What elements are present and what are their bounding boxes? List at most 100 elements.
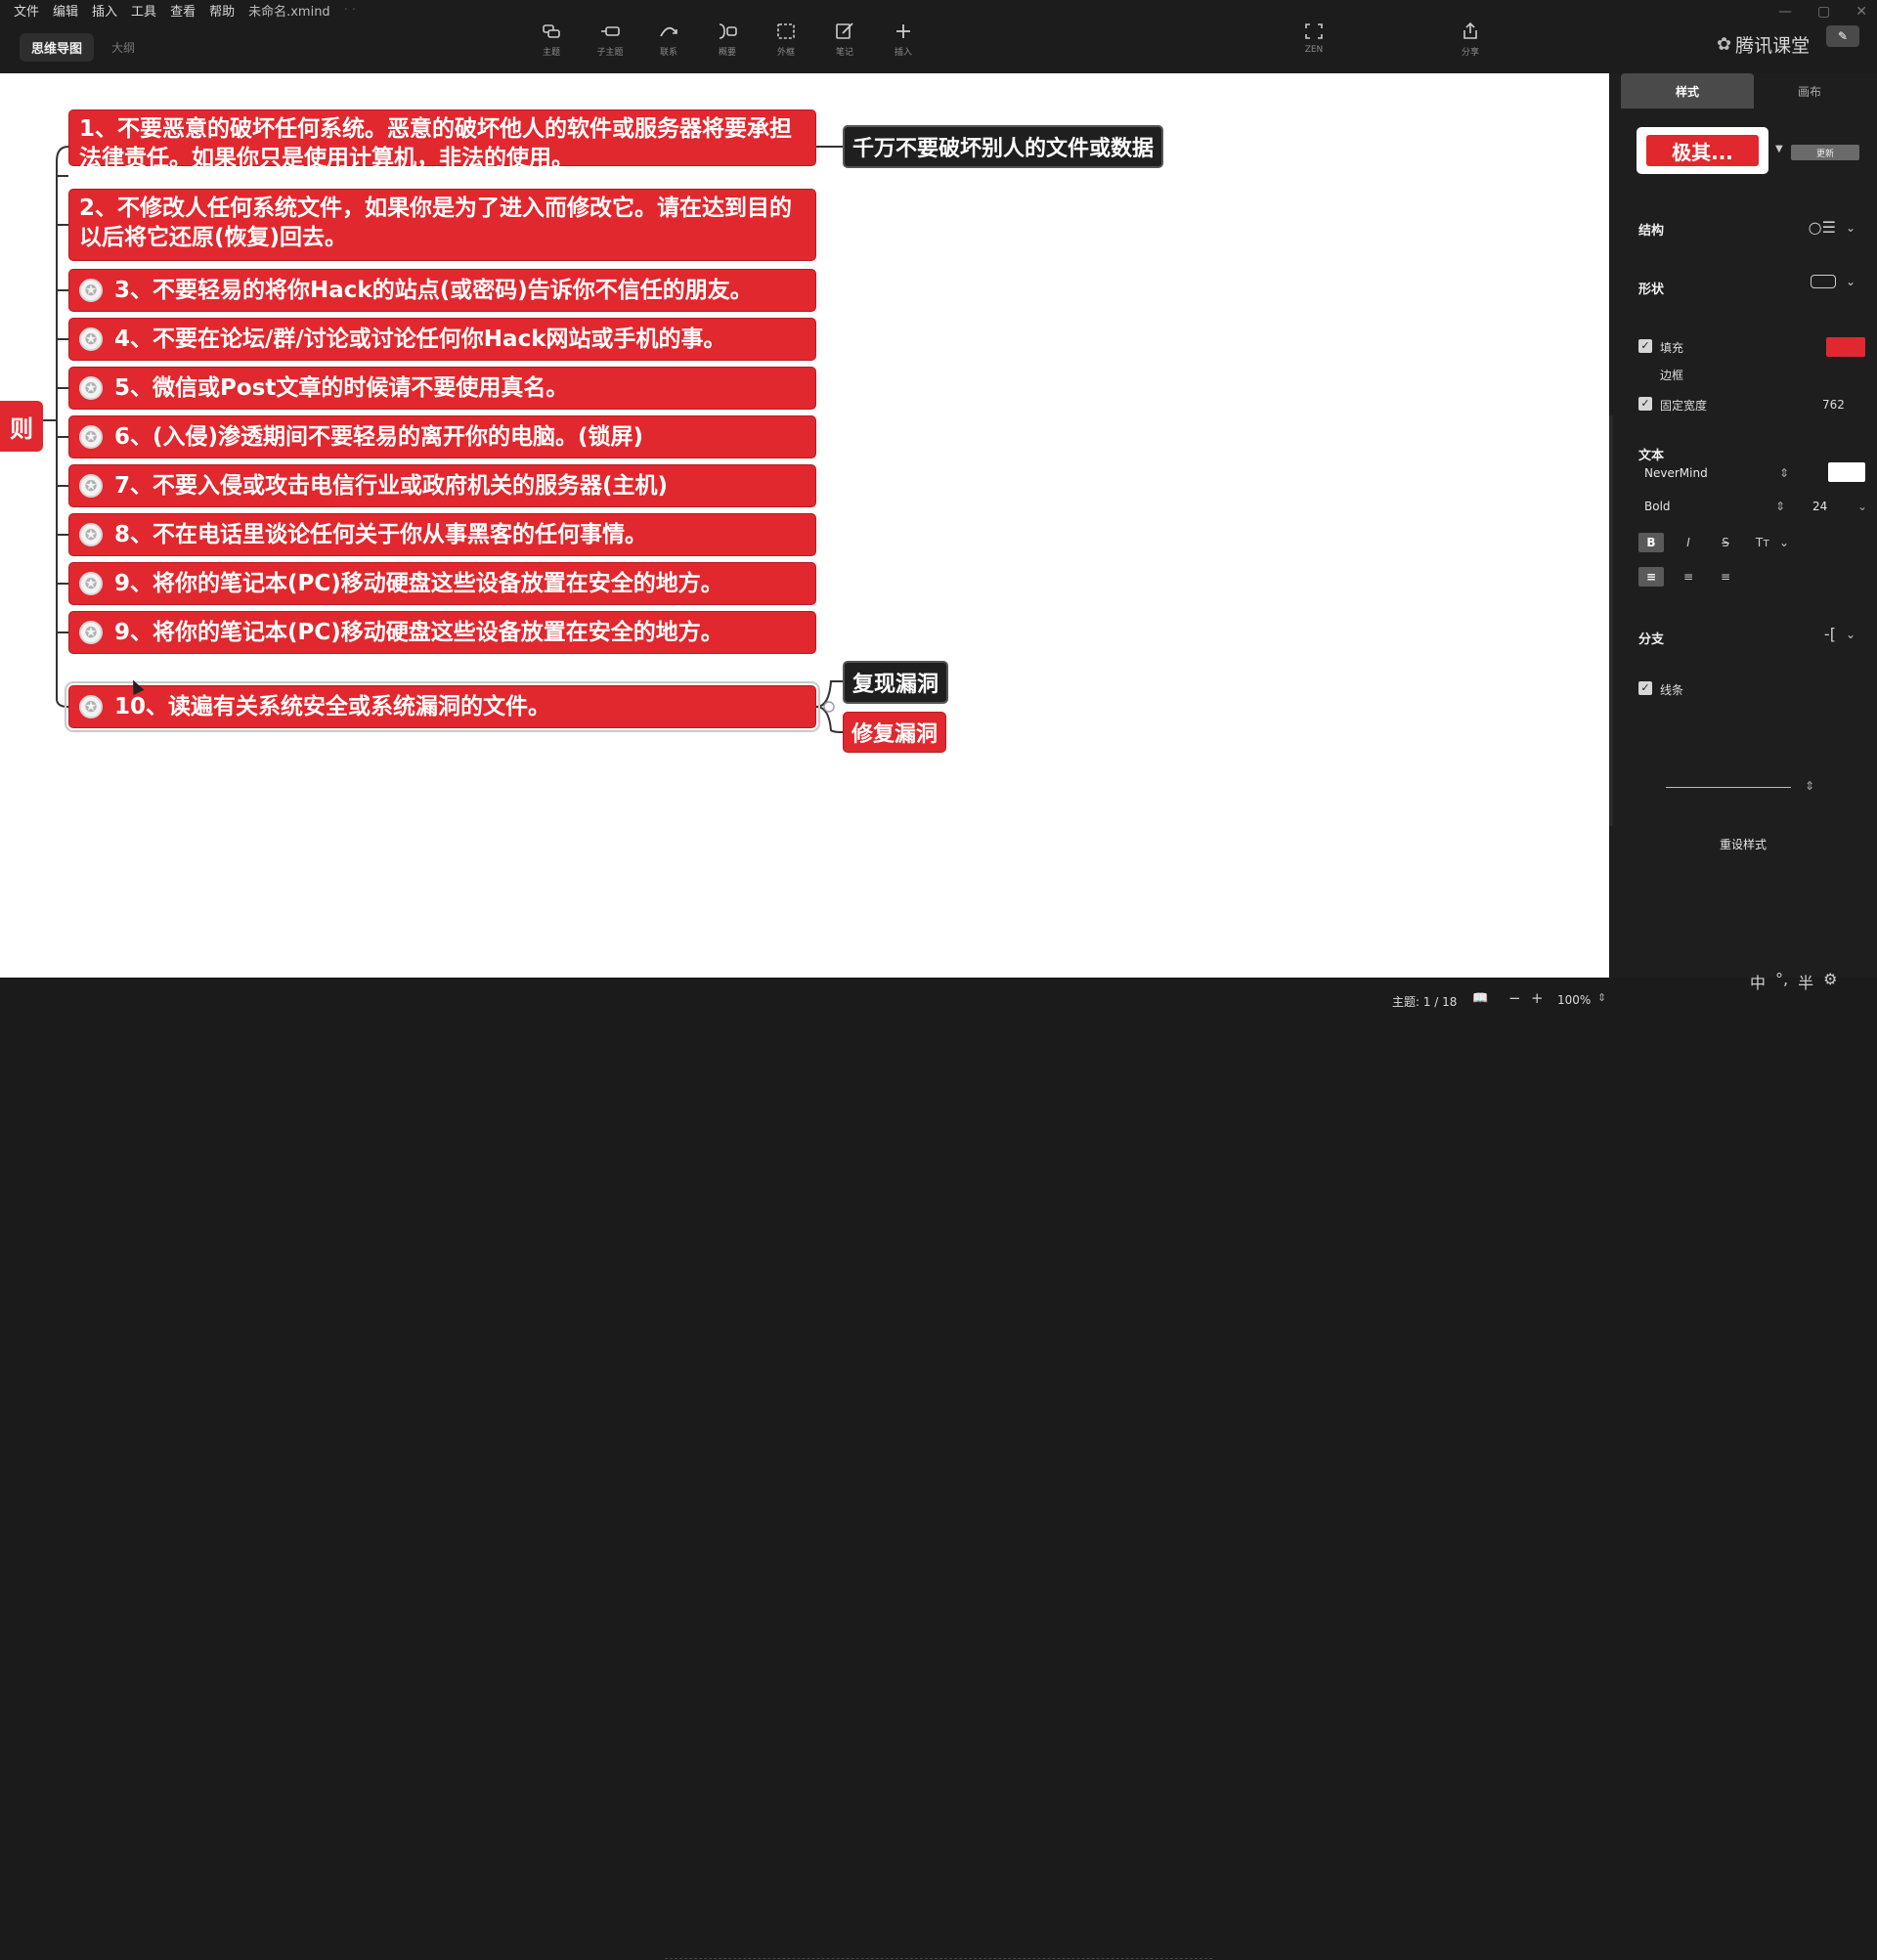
menu-insert[interactable]: 插入	[92, 1, 117, 20]
main-toolbar: 主题 子主题 联系 概要 外框 笔记 插入	[528, 22, 927, 58]
align-right-icon[interactable]: ≡	[1713, 567, 1738, 587]
subtopic-icon	[601, 26, 620, 36]
status-bar: 主题: 1 / 18 📖 − + 100% ⇕	[0, 978, 1877, 1959]
line-checkbox[interactable]: ✓	[1638, 681, 1652, 695]
stepper-icon[interactable]: ⇕	[1597, 991, 1606, 1004]
structure-select[interactable]: ○☰ ⌄	[1809, 218, 1855, 237]
italic-button[interactable]: I	[1676, 533, 1701, 552]
topic-rule-9[interactable]: ✪ 9、将你的笔记本(PC)移动硬盘这些设备放置在安全的地方。	[68, 562, 816, 605]
zoom-out-button[interactable]: −	[1508, 989, 1521, 1007]
boundary-tool-button[interactable]: 外框	[763, 22, 809, 58]
chevron-down-icon: ⌄	[1845, 220, 1855, 235]
mindmap-mode-button[interactable]: 思维导图	[20, 33, 95, 62]
panel-tabs: 样式 画布	[1621, 73, 1865, 109]
topic-rule-8[interactable]: ✪ 8、不在电话里谈论任何关于你从事黑客的任何事情。	[68, 513, 816, 556]
reset-style-button[interactable]: 重设样式	[1609, 836, 1877, 852]
collapse-handle	[823, 701, 835, 713]
ime-language[interactable]: 中	[1750, 970, 1766, 993]
tab-canvas[interactable]: 画布	[1754, 73, 1865, 109]
ime-width[interactable]: 半	[1798, 970, 1813, 993]
topic-rule-3[interactable]: ✪ 3、不要轻易的将你Hack的站点(或密码)告诉你不信任的朋友。	[68, 269, 816, 312]
chevron-down-icon[interactable]: ⌄	[1771, 533, 1797, 552]
align-center-icon[interactable]: ≡	[1676, 567, 1701, 587]
font-weight-select[interactable]: Bold ⇕	[1638, 496, 1785, 517]
branch-style-select[interactable]: -[ ⌄	[1824, 625, 1855, 643]
stepper-icon: ⇕	[1774, 500, 1785, 513]
font-family-value: NeverMind	[1644, 466, 1708, 480]
relationship-tool-button[interactable]: 联系	[645, 22, 692, 58]
border-label[interactable]: 边框	[1660, 367, 1683, 383]
panel-scrollbar[interactable]	[1609, 415, 1613, 826]
zoom-in-button[interactable]: +	[1531, 989, 1544, 1007]
fill-color-swatch[interactable]	[1826, 337, 1865, 357]
fixed-width-checkbox[interactable]: ✓	[1638, 397, 1652, 411]
central-topic[interactable]: 则	[0, 401, 43, 452]
font-size-select[interactable]: 24 ⌄	[1812, 496, 1867, 517]
gear-icon[interactable]: ⚙	[1823, 970, 1837, 993]
minimize-icon[interactable]: —	[1778, 4, 1792, 20]
menu-file[interactable]: 文件	[14, 1, 39, 20]
fill-checkbox[interactable]: ✓	[1638, 339, 1652, 353]
ime-punctuation[interactable]: °,	[1775, 970, 1788, 993]
format-panel: 样式 画布 极其... ▼ 更新 结构 ○☰ ⌄ 形状 ⌄ ✓ 填充 边框 ✓ …	[1609, 73, 1877, 978]
topic-tool-button[interactable]: 主题	[528, 22, 575, 58]
menu-view[interactable]: 查看	[170, 1, 196, 20]
bold-button[interactable]: B	[1638, 533, 1664, 552]
topic-rule-6[interactable]: ✪ 6、(入侵)渗透期间不要轻易的离开你的电脑。(锁屏)	[68, 415, 816, 458]
restore-icon[interactable]: ▢	[1817, 4, 1830, 20]
share-label: 分享	[1461, 48, 1479, 58]
topic-rule-10[interactable]: ✪ 10、读遍有关系统安全或系统漏洞的文件。	[65, 681, 820, 732]
topic-text: 8、不在电话里谈论任何关于你从事黑客的任何事情。	[114, 522, 648, 547]
align-left-icon[interactable]: ≡	[1638, 567, 1664, 587]
star-marker-icon: ✪	[79, 279, 103, 302]
font-family-select[interactable]: NeverMind ⇕	[1638, 462, 1789, 484]
line-label: 线条	[1660, 683, 1684, 697]
topic-text: 7、不要入侵或攻击电信行业或政府机关的服务器(主机)	[114, 473, 669, 499]
stepper-icon: ⇕	[1778, 466, 1789, 480]
book-icon[interactable]: 📖	[1472, 991, 1488, 1006]
tab-style[interactable]: 样式	[1621, 73, 1754, 109]
outline-mode-button[interactable]: 大纲	[104, 34, 143, 61]
pen-icon[interactable]: ✎	[1826, 25, 1859, 47]
topic-rule-5[interactable]: ✪ 5、微信或Post文章的时候请不要使用真名。	[68, 367, 816, 410]
subtopic-fix-vuln[interactable]: 修复漏洞	[843, 712, 947, 753]
rounded-rect-icon	[1810, 275, 1836, 288]
fixed-width-value[interactable]: 762	[1822, 398, 1845, 412]
font-color-swatch[interactable]	[1828, 462, 1865, 482]
topic-icon	[543, 24, 560, 38]
share-button[interactable]: 分享	[1447, 22, 1494, 58]
topic-rule-7[interactable]: ✪ 7、不要入侵或攻击电信行业或政府机关的服务器(主机)	[68, 464, 816, 507]
star-marker-icon: ✪	[79, 572, 103, 595]
topic-rule-2[interactable]: 2、不修改人任何系统文件，如果你是为了进入而修改它。请在达到目的以后将它还原(恢…	[68, 189, 816, 261]
menu-tools[interactable]: 工具	[131, 1, 156, 20]
subtopic-tool-button[interactable]: 子主题	[587, 22, 633, 58]
view-mode-switch: 思维导图 大纲	[20, 33, 143, 62]
shape-select[interactable]: ⌄	[1810, 275, 1855, 288]
menu-help[interactable]: 帮助	[209, 1, 235, 20]
star-marker-icon: ✪	[79, 474, 103, 498]
stepper-icon[interactable]: ⇕	[1805, 779, 1814, 793]
subtopic-reproduce-vuln[interactable]: 复现漏洞	[843, 661, 949, 704]
topic-rule-1[interactable]: 1、不要恶意的破坏任何系统。恶意的破坏他人的软件或服务器将要承担法律责任。如果你…	[68, 109, 816, 171]
topic-rule-9-duplicate[interactable]: ✪ 9、将你的笔记本(PC)移动硬盘这些设备放置在安全的地方。	[68, 611, 816, 654]
mindmap-canvas[interactable]: 则 1、不要恶意的破坏任何系统。恶意的破坏他人的软件或服务器将要承担法律责任。如…	[0, 73, 1609, 978]
summary-tool-button[interactable]: 概要	[704, 22, 751, 58]
update-style-button[interactable]: 更新	[1791, 145, 1859, 160]
chevron-down-icon[interactable]: ▼	[1775, 144, 1783, 154]
callout-do-not-destroy-data[interactable]: 千万不要破坏别人的文件或数据	[843, 125, 1164, 168]
line-style-select[interactable]	[1666, 787, 1791, 788]
note-tool-button[interactable]: 笔记	[821, 22, 868, 58]
menu-edit[interactable]: 编辑	[53, 1, 78, 20]
title-extra: · ·	[343, 2, 357, 18]
star-marker-icon: ✪	[79, 695, 103, 719]
ime-toolbar: 中 °, 半 ⚙	[1750, 970, 1837, 993]
topic-rule-4[interactable]: ✪ 4、不要在论坛/群/讨论或讨论任何你Hack网站或手机的事。	[68, 318, 816, 361]
topic-style-preset[interactable]: 极其...	[1637, 127, 1768, 174]
branch-style-icon: -[	[1823, 625, 1836, 643]
fullscreen-icon	[1305, 23, 1323, 39]
strikethrough-button[interactable]: S	[1713, 533, 1738, 552]
zoom-level[interactable]: 100%	[1557, 993, 1591, 1007]
zen-mode-button[interactable]: ZEN	[1290, 22, 1337, 55]
insert-tool-button[interactable]: 插入	[880, 22, 927, 58]
close-icon[interactable]: ✕	[1855, 4, 1867, 20]
